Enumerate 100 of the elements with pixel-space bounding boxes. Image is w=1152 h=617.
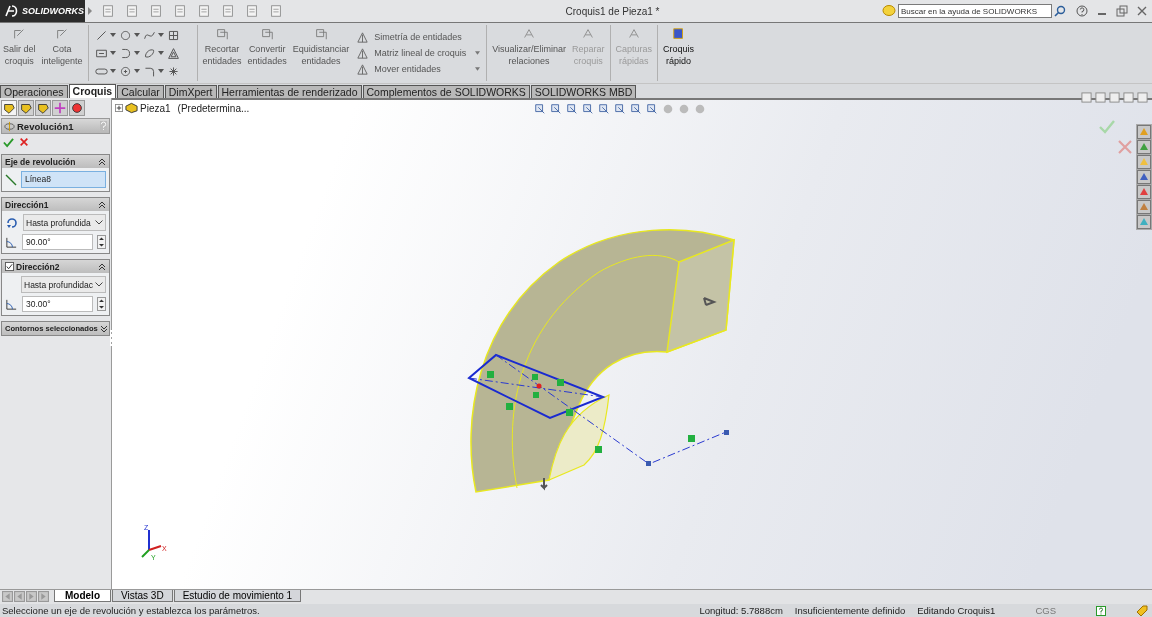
- chevron-icon[interactable]: [98, 200, 106, 209]
- ribbon-list-item[interactable]: Mover entidades: [374, 63, 471, 75]
- view-toolbar-icon[interactable]: [598, 103, 610, 115]
- sketch-tool-icon[interactable]: [166, 46, 180, 60]
- toolbar-icon[interactable]: [245, 4, 259, 18]
- chevron-icon[interactable]: [98, 262, 106, 271]
- caret-icon[interactable]: [157, 51, 164, 55]
- angle-field[interactable]: 90.00°: [22, 234, 93, 250]
- caret-icon[interactable]: [133, 51, 140, 55]
- checkbox[interactable]: [5, 262, 14, 271]
- expand-arrow-icon[interactable]: [87, 6, 93, 16]
- view-toolbar-icon[interactable]: [566, 103, 578, 115]
- spinner-icon[interactable]: [97, 235, 106, 249]
- toolbar-icon[interactable]: [269, 4, 283, 18]
- task-pane-icon[interactable]: [1137, 215, 1151, 229]
- panel-tab-icon[interactable]: [1, 100, 17, 116]
- spinner-icon[interactable]: [97, 297, 106, 311]
- restore-icon[interactable]: [1116, 5, 1128, 17]
- sketch-tool-icon[interactable]: [166, 28, 180, 42]
- ribbon-tab[interactable]: DimXpert: [164, 85, 217, 98]
- ribbon-button[interactable]: Croquis rápido: [660, 25, 698, 81]
- viewport-window-icon[interactable]: [1081, 92, 1092, 103]
- caret-icon[interactable]: [133, 69, 140, 73]
- ribbon-button[interactable]: Equidistanciar entidades: [289, 25, 353, 81]
- sketch-tool-icon[interactable]: [166, 64, 180, 78]
- caret-icon[interactable]: [133, 33, 140, 37]
- search-field[interactable]: Buscar en la ayuda de SOLIDWORKS: [898, 4, 1052, 18]
- caret-icon[interactable]: [109, 69, 116, 73]
- sketch-tool-icon[interactable]: [118, 28, 132, 42]
- bottom-tab[interactable]: Modelo: [54, 590, 111, 602]
- end-condition-dropdown[interactable]: Hasta profundidac: [21, 276, 106, 293]
- toolbar-icon[interactable]: [221, 4, 235, 18]
- toolbar-icon[interactable]: [149, 4, 163, 18]
- close-icon[interactable]: [1136, 5, 1148, 17]
- ribbon-button[interactable]: Convertir entidades: [244, 25, 290, 81]
- view-toolbar-icon[interactable]: [630, 103, 642, 115]
- axis-field[interactable]: Línea8: [21, 171, 106, 188]
- view-toolbar-icon[interactable]: [534, 103, 546, 115]
- app-logo[interactable]: SOLIDWORKS: [0, 0, 85, 22]
- expand-plus-icon[interactable]: [115, 104, 123, 112]
- mirror-tool-icon[interactable]: [356, 62, 370, 76]
- confirm-check-icon[interactable]: [1099, 120, 1115, 134]
- chevron-icon[interactable]: [98, 157, 106, 166]
- bottom-tab[interactable]: Vistas 3D: [112, 590, 173, 602]
- task-pane-icon[interactable]: [1137, 185, 1151, 199]
- panel-tab-icon[interactable]: [18, 100, 34, 116]
- ribbon-tab[interactable]: Herramientas de renderizado: [217, 85, 362, 98]
- task-pane-icon[interactable]: [1137, 125, 1151, 139]
- caret-icon[interactable]: [157, 33, 164, 37]
- help-icon[interactable]: [1096, 605, 1106, 616]
- ribbon-tab[interactable]: Croquis: [68, 84, 117, 98]
- ribbon-tab[interactable]: Calcular: [117, 85, 164, 98]
- view-toolbar-icon[interactable]: [582, 103, 594, 115]
- cancel-x-icon[interactable]: [19, 137, 29, 147]
- ribbon-tab[interactable]: Operaciones: [0, 85, 68, 98]
- bottom-tab[interactable]: Estudio de movimiento 1: [173, 590, 302, 602]
- mirror-tool-icon[interactable]: [356, 46, 370, 60]
- panel-tab-icon[interactable]: [69, 100, 85, 116]
- search-icon[interactable]: [1054, 5, 1066, 17]
- tag-icon[interactable]: [1136, 604, 1148, 617]
- sketch-tool-icon[interactable]: [142, 46, 156, 60]
- caret-icon[interactable]: [157, 69, 164, 73]
- ok-check-icon[interactable]: [3, 137, 14, 148]
- ribbon-button[interactable]: Visualizar/Eliminar relaciones: [489, 25, 570, 81]
- viewport-window-icon[interactable]: [1095, 92, 1106, 103]
- caret-icon[interactable]: [475, 67, 481, 71]
- angle-field[interactable]: 30.00°: [22, 296, 93, 312]
- sketch-tool-icon[interactable]: [94, 28, 108, 42]
- help-icon[interactable]: [1076, 5, 1088, 17]
- caret-icon[interactable]: [475, 51, 481, 55]
- toolbar-icon[interactable]: [173, 4, 187, 18]
- panel-tab-icon[interactable]: [35, 100, 51, 116]
- task-pane-icon[interactable]: [1137, 155, 1151, 169]
- viewport-window-icon[interactable]: [1123, 92, 1134, 103]
- toolbar-icon[interactable]: [197, 4, 211, 18]
- toolbar-icon[interactable]: [101, 4, 115, 18]
- view-toolbar-icon[interactable]: [646, 103, 658, 115]
- ribbon-tab[interactable]: Complementos de SOLIDWORKS: [362, 85, 530, 98]
- mirror-tool-icon[interactable]: [356, 30, 370, 44]
- viewport-window-icon[interactable]: [1137, 92, 1148, 103]
- task-pane-icon[interactable]: [1137, 200, 1151, 214]
- ribbon-button[interactable]: Cota inteligente: [38, 25, 86, 81]
- sketch-profile-drawing[interactable]: [467, 353, 729, 466]
- end-condition-dropdown[interactable]: Hasta profundida: [23, 214, 106, 231]
- chevron-icon[interactable]: [99, 324, 108, 333]
- toolbar-icon[interactable]: [125, 4, 139, 18]
- task-pane-icon[interactable]: [1137, 170, 1151, 184]
- task-pane-icon[interactable]: [1137, 140, 1151, 154]
- tree-item[interactable]: Pieza1: [140, 102, 171, 114]
- view-toolbar-icon[interactable]: [614, 103, 626, 115]
- viewport-window-icon[interactable]: [1109, 92, 1120, 103]
- reverse-direction-icon[interactable]: [5, 215, 19, 230]
- ribbon-list-item[interactable]: Matriz lineal de croquis: [374, 47, 471, 59]
- ribbon-button[interactable]: Salir del croquis: [0, 25, 39, 81]
- sketch-tool-icon[interactable]: [118, 64, 132, 78]
- ribbon-button[interactable]: Recortar entidades: [199, 25, 245, 81]
- view-toolbar-icon[interactable]: [550, 103, 562, 115]
- caret-icon[interactable]: [109, 51, 116, 55]
- caret-icon[interactable]: [109, 33, 116, 37]
- ribbon-list-item[interactable]: Simetría de entidades: [374, 31, 481, 43]
